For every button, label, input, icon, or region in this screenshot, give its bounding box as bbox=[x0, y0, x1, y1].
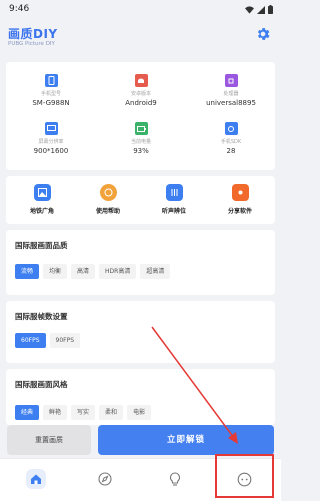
fps-title: 国际服帧数设置 bbox=[15, 312, 68, 321]
nav-home[interactable] bbox=[24, 467, 48, 491]
quality-option-balanced[interactable]: 均衡 bbox=[43, 264, 68, 279]
info-value: 900*1600 bbox=[33, 147, 69, 155]
info-item-android: 安卓版本 Android9 bbox=[101, 74, 181, 107]
info-label: 手机SDK bbox=[220, 139, 242, 145]
tool-sound-locate[interactable]: 听声辨位 bbox=[144, 184, 204, 215]
tool-label: 使用帮助 bbox=[95, 208, 120, 215]
info-item-cpu: 处理器 universal8895 bbox=[191, 74, 271, 107]
highlight-box bbox=[215, 454, 274, 498]
home-icon bbox=[26, 469, 46, 489]
style-option-realistic[interactable]: 写实 bbox=[71, 405, 96, 420]
device-info-card: 手机型号 SM-G988N 安卓版本 Android9 处理器 universa… bbox=[6, 62, 275, 170]
nav-ideas[interactable] bbox=[163, 467, 187, 491]
style-card: 国际服画面风格 经典 鲜艳 写实 柔和 电影 bbox=[6, 369, 275, 425]
nav-discover[interactable] bbox=[93, 467, 117, 491]
signal-icon bbox=[257, 5, 265, 14]
quality-card: 国际服画面品质 流畅 均衡 高清 HDR高清 超高清 bbox=[6, 230, 275, 295]
share-icon bbox=[231, 184, 249, 201]
compass-icon bbox=[98, 472, 112, 486]
fps-option-60[interactable]: 60FPS bbox=[15, 333, 46, 348]
fps-card: 国际服帧数设置 60FPS 90FPS bbox=[6, 301, 275, 363]
unlock-now-button[interactable]: 立即解锁 bbox=[98, 425, 274, 455]
info-label: 当前电量 bbox=[130, 139, 151, 145]
battery-icon bbox=[134, 122, 148, 135]
tool-label: 地铁广角 bbox=[29, 208, 54, 215]
quality-option-ultra[interactable]: 超高清 bbox=[140, 264, 171, 279]
tool-share[interactable]: 分享软件 bbox=[210, 184, 270, 215]
screen-icon bbox=[44, 122, 58, 135]
style-option-soft[interactable]: 柔和 bbox=[99, 405, 124, 420]
info-item-resolution: 屏幕分辨率 900*1600 bbox=[11, 122, 91, 155]
tool-subway-wide[interactable]: 地铁广角 bbox=[12, 184, 72, 215]
phone-icon bbox=[44, 74, 58, 87]
tool-help[interactable]: 使用帮助 bbox=[78, 184, 138, 215]
app-header: 画质DIY PUBG Picture DIY bbox=[0, 20, 281, 58]
quality-option-smooth[interactable]: 流畅 bbox=[15, 264, 40, 279]
fps-option-90[interactable]: 90FPS bbox=[49, 333, 81, 348]
quality-options: 流畅 均衡 高清 HDR高清 超高清 bbox=[15, 264, 171, 279]
fps-options: 60FPS 90FPS bbox=[15, 333, 81, 348]
quality-title: 国际服画面品质 bbox=[15, 241, 68, 250]
reset-quality-button[interactable]: 重置画质 bbox=[7, 425, 91, 455]
cpu-icon bbox=[224, 74, 238, 87]
style-title: 国际服画面风格 bbox=[15, 380, 68, 389]
sdk-icon bbox=[224, 122, 238, 135]
info-label: 安卓版本 bbox=[130, 91, 151, 97]
quality-option-hdr[interactable]: HDR高清 bbox=[99, 264, 137, 279]
quality-option-hd[interactable]: 高清 bbox=[71, 264, 96, 279]
tools-card: 地铁广角 使用帮助 听声辨位 分享软件 bbox=[6, 176, 275, 224]
info-item-model: 手机型号 SM-G988N bbox=[11, 74, 91, 107]
image-icon bbox=[33, 184, 51, 201]
info-value: 93% bbox=[133, 147, 149, 155]
equalizer-icon bbox=[165, 184, 183, 201]
action-bar: 重置画质 立即解锁 bbox=[0, 422, 281, 458]
gear-icon[interactable] bbox=[255, 26, 271, 42]
wifi-icon bbox=[245, 5, 254, 14]
app-title: 画质DIY bbox=[8, 27, 58, 41]
style-option-cinema[interactable]: 电影 bbox=[127, 405, 152, 420]
info-item-battery: 当前电量 93% bbox=[101, 122, 181, 155]
android-icon bbox=[134, 74, 148, 87]
app-subtitle: PUBG Picture DIY bbox=[8, 41, 55, 47]
style-options: 经典 鲜艳 写实 柔和 电影 bbox=[15, 405, 152, 420]
tool-label: 分享软件 bbox=[227, 208, 252, 215]
info-value: Android9 bbox=[125, 99, 157, 107]
style-option-classic[interactable]: 经典 bbox=[15, 405, 40, 420]
status-bar: 9:46 bbox=[0, 0, 281, 20]
info-label: 处理器 bbox=[223, 91, 239, 97]
info-value: universal8895 bbox=[206, 99, 256, 107]
tool-label: 听声辨位 bbox=[161, 208, 186, 215]
help-icon bbox=[99, 184, 117, 201]
info-item-sdk: 手机SDK 28 bbox=[191, 122, 271, 155]
bulb-icon bbox=[170, 471, 180, 486]
info-value: 28 bbox=[226, 147, 236, 155]
battery-status-icon bbox=[268, 5, 273, 14]
status-icons bbox=[245, 5, 273, 14]
info-label: 屏幕分辨率 bbox=[38, 139, 64, 145]
style-option-vivid[interactable]: 鲜艳 bbox=[43, 405, 68, 420]
info-label: 手机型号 bbox=[40, 91, 61, 97]
info-value: SM-G988N bbox=[32, 99, 70, 107]
status-time: 9:46 bbox=[9, 4, 30, 14]
